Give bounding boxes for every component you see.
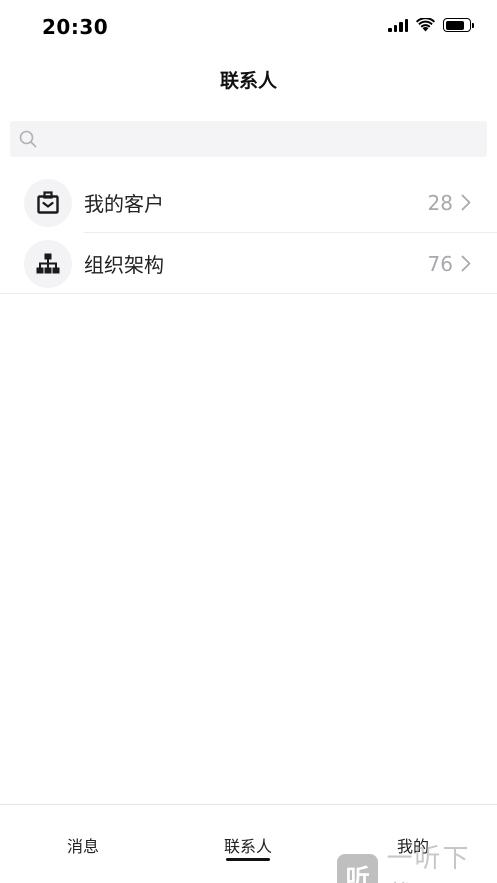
org-chart-icon xyxy=(24,239,72,288)
chevron-right-icon xyxy=(461,255,471,272)
battery-icon xyxy=(443,18,474,32)
tab-active-indicator xyxy=(226,858,270,861)
search-bar[interactable] xyxy=(10,121,487,157)
list-item-count: 76 xyxy=(427,251,453,276)
list-item-label: 组织架构 xyxy=(84,253,164,277)
status-time: 20:30 xyxy=(42,15,109,39)
divider xyxy=(0,293,497,294)
search-input[interactable] xyxy=(43,121,487,157)
search-icon xyxy=(19,130,37,148)
watermark-text: 一听下载 xyxy=(386,844,471,883)
tab-messages[interactable]: 消息 xyxy=(33,833,133,857)
contacts-screen: 20:30 联系人 我的客户 28 组织架构 76 消息 联系人 我的 听 一听… xyxy=(0,0,497,883)
status-icons xyxy=(388,18,474,32)
watermark: 听 一听下载 xyxy=(337,838,497,883)
status-bar: 20:30 xyxy=(0,0,497,54)
contacts-list: 我的客户 28 组织架构 76 xyxy=(0,172,497,294)
list-item-label: 我的客户 xyxy=(84,192,164,216)
customer-bag-icon xyxy=(24,178,72,227)
page-title: 联系人 xyxy=(219,70,277,92)
watermark-logo-icon: 听 xyxy=(337,854,379,883)
signal-icon xyxy=(388,18,408,32)
tab-contacts[interactable]: 联系人 xyxy=(198,833,298,857)
list-item-my-customers[interactable]: 我的客户 28 xyxy=(0,172,497,233)
wifi-icon xyxy=(416,18,435,32)
list-item-count: 28 xyxy=(427,190,453,215)
list-item-org-structure[interactable]: 组织架构 76 xyxy=(0,233,497,294)
chevron-right-icon xyxy=(461,194,471,211)
